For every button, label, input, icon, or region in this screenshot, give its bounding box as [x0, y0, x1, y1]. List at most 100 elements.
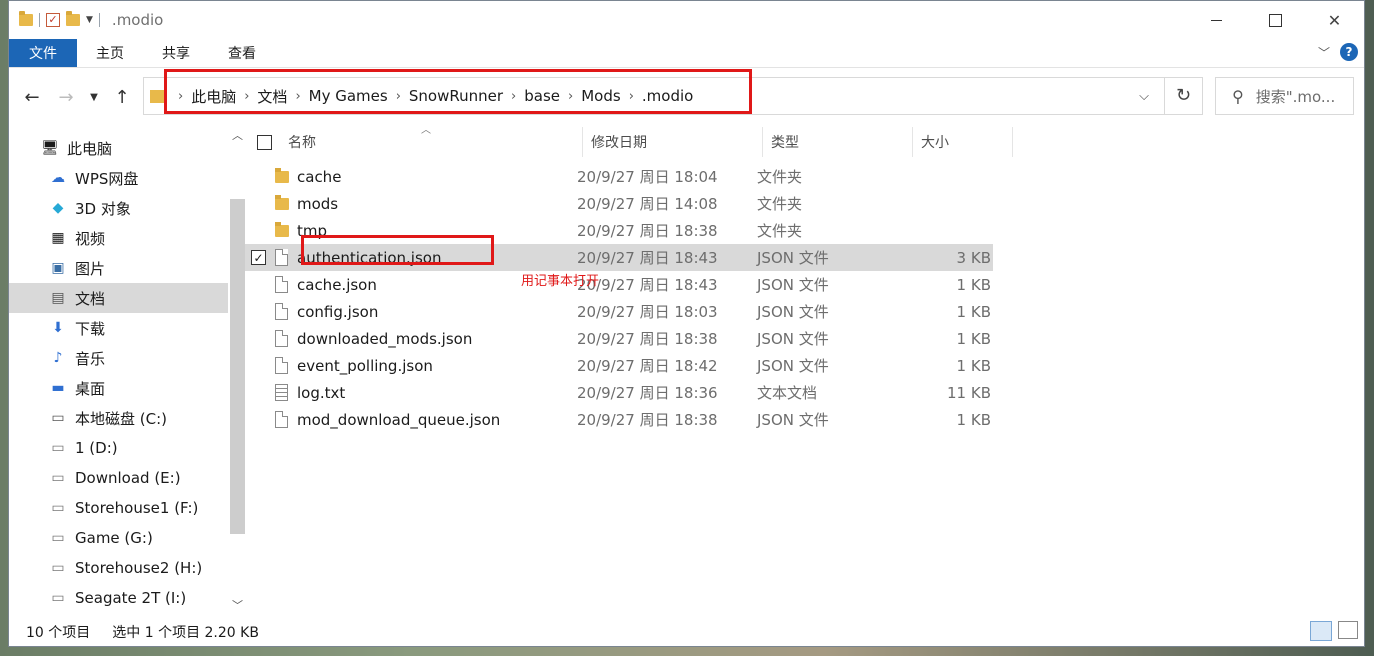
sidebar-item-videos[interactable]: ▦ 视频	[9, 223, 228, 253]
tab-view[interactable]: 查看	[209, 39, 275, 67]
sidebar-item-drive-h[interactable]: ▭ Storehouse2 (H:)	[9, 553, 228, 583]
file-size	[905, 217, 991, 244]
list-item[interactable]: cache.json 20/9/27 周日 18:43 JSON 文件 1 KB	[245, 271, 993, 298]
forward-button[interactable]: →	[49, 87, 83, 108]
column-size[interactable]: 大小	[913, 127, 1013, 157]
tab-share[interactable]: 共享	[143, 39, 209, 67]
file-icon-cell	[275, 244, 288, 271]
sidebar-item-drive-c[interactable]: ▭ 本地磁盘 (C:)	[9, 403, 228, 433]
scroll-down-icon[interactable]: ﹀	[232, 597, 243, 613]
tab-file[interactable]: 文件	[9, 39, 77, 67]
breadcrumb-base[interactable]: base	[524, 87, 560, 105]
breadcrumb-this-pc[interactable]: 此电脑	[191, 86, 236, 107]
list-item[interactable]: mod_download_queue.json 20/9/27 周日 18:38…	[245, 406, 993, 433]
chevron-right-icon[interactable]: ›	[568, 89, 573, 104]
up-button[interactable]: ↑	[105, 87, 139, 108]
cube-icon: ◆	[52, 200, 64, 216]
file-size: 1 KB	[956, 302, 991, 321]
file-date: 20/9/27 周日 18:43	[577, 249, 718, 267]
file-type: JSON 文件	[757, 330, 829, 348]
column-headers: ︿ 名称 修改日期 类型 大小	[245, 125, 1364, 157]
document-icon: ▤	[51, 290, 65, 306]
list-item[interactable]: mods 20/9/27 周日 14:08 文件夹	[245, 190, 993, 217]
back-button[interactable]: ←	[15, 87, 49, 108]
drive-icon: ▭	[51, 530, 65, 546]
chevron-right-icon[interactable]: ›	[178, 89, 183, 104]
expand-ribbon-icon[interactable]: ﹀	[1318, 44, 1330, 61]
view-switcher	[1310, 621, 1358, 641]
list-item-selected[interactable]: ✓ authentication.json 20/9/27 周日 18:43 J…	[245, 244, 993, 271]
row-checkbox[interactable]: ✓	[251, 250, 266, 265]
file-date: 20/9/27 周日 18:03	[577, 303, 718, 321]
large-icons-view-icon[interactable]	[1338, 621, 1358, 639]
chevron-right-icon[interactable]: ›	[295, 89, 300, 104]
customize-dropdown-icon[interactable]: ▼	[86, 15, 93, 25]
sidebar-item-downloads[interactable]: ⬇ 下载	[9, 313, 228, 343]
sidebar-item-label: 本地磁盘 (C:)	[75, 409, 167, 428]
sidebar-scrollbar[interactable]: ︿ ﹀	[228, 127, 245, 619]
system-drive-icon: ▭	[51, 410, 65, 426]
file-type: JSON 文件	[757, 276, 829, 294]
folder-icon	[275, 167, 289, 183]
close-button[interactable]: ✕	[1305, 1, 1364, 39]
list-item[interactable]: event_polling.json 20/9/27 周日 18:42 JSON…	[245, 352, 993, 379]
minimize-button[interactable]	[1187, 1, 1246, 39]
recent-locations-icon[interactable]: ▼	[83, 92, 105, 103]
chevron-right-icon[interactable]: ›	[511, 89, 516, 104]
file-date: 20/9/27 周日 18:04	[577, 168, 718, 186]
text-file-icon	[275, 384, 288, 401]
column-name[interactable]: 名称	[257, 127, 583, 157]
maximize-button[interactable]	[1246, 1, 1305, 39]
properties-icon[interactable]: ✓	[46, 13, 60, 27]
list-item[interactable]: config.json 20/9/27 周日 18:03 JSON 文件 1 K…	[245, 298, 993, 325]
column-type[interactable]: 类型	[763, 127, 913, 157]
sidebar-item-label: WPS网盘	[75, 169, 139, 188]
sidebar-item-desktop[interactable]: ▬ 桌面	[9, 373, 228, 403]
column-date[interactable]: 修改日期	[583, 127, 763, 157]
sidebar-item-pictures[interactable]: ▣ 图片	[9, 253, 228, 283]
item-count: 10 个项目	[26, 624, 91, 641]
sidebar-item-wps-cloud[interactable]: ☁ WPS网盘	[9, 163, 228, 193]
sidebar-item-drive-e[interactable]: ▭ Download (E:)	[9, 463, 228, 493]
sidebar-item-documents[interactable]: ▤ 文档	[9, 283, 228, 313]
new-folder-icon[interactable]	[66, 11, 80, 26]
list-item[interactable]: downloaded_mods.json 20/9/27 周日 18:38 JS…	[245, 325, 993, 352]
chevron-right-icon[interactable]: ›	[629, 89, 634, 104]
chevron-right-icon[interactable]: ›	[396, 89, 401, 104]
scroll-up-icon[interactable]: ︿	[232, 127, 243, 143]
select-all-checkbox[interactable]	[257, 134, 272, 150]
list-item[interactable]: log.txt 20/9/27 周日 18:36 文本文档 11 KB	[245, 379, 993, 406]
file-size: 1 KB	[956, 275, 991, 294]
search-box[interactable]: ⚲ 搜索".mo...	[1215, 77, 1354, 115]
sidebar-item-drive-i[interactable]: ▭ Seagate 2T (I:)	[9, 583, 228, 613]
breadcrumb-snowrunner[interactable]: SnowRunner	[409, 87, 503, 105]
breadcrumb-my-games[interactable]: My Games	[309, 87, 388, 105]
refresh-button[interactable]: ↻	[1164, 78, 1202, 114]
sidebar-item-music[interactable]: ♪ 音乐	[9, 343, 228, 373]
music-icon: ♪	[53, 350, 63, 366]
address-history-icon[interactable]: ⌵	[1124, 89, 1164, 104]
tab-home[interactable]: 主页	[77, 39, 143, 67]
help-icon[interactable]: ?	[1340, 43, 1358, 61]
search-placeholder: 搜索".mo...	[1255, 87, 1336, 106]
sidebar-item-drive-d[interactable]: ▭ 1 (D:)	[9, 433, 228, 463]
drive-icon: ▭	[51, 590, 65, 606]
folder-icon	[275, 221, 289, 237]
chevron-right-icon[interactable]: ›	[244, 89, 249, 104]
breadcrumb-modio[interactable]: .modio	[642, 87, 693, 105]
scrollbar-thumb[interactable]	[230, 199, 245, 534]
sidebar-item-this-pc[interactable]: 🖥 此电脑	[9, 133, 228, 163]
breadcrumb-documents[interactable]: 文档	[257, 86, 287, 107]
cloud-icon: ☁	[51, 170, 65, 186]
sidebar-item-drive-g[interactable]: ▭ Game (G:)	[9, 523, 228, 553]
breadcrumb-mods[interactable]: Mods	[581, 87, 620, 105]
folder-icon	[275, 194, 289, 210]
list-item[interactable]: tmp 20/9/27 周日 18:38 文件夹	[245, 217, 993, 244]
file-size: 1 KB	[956, 410, 991, 429]
sidebar-item-drive-f[interactable]: ▭ Storehouse1 (F:)	[9, 493, 228, 523]
folder-icon-cell	[275, 190, 289, 217]
sidebar-item-3d-objects[interactable]: ◆ 3D 对象	[9, 193, 228, 223]
list-item[interactable]: cache 20/9/27 周日 18:04 文件夹	[245, 163, 993, 190]
address-bar[interactable]: › 此电脑 › 文档 › My Games › SnowRunner › bas…	[143, 77, 1203, 115]
details-view-icon[interactable]	[1310, 621, 1332, 641]
